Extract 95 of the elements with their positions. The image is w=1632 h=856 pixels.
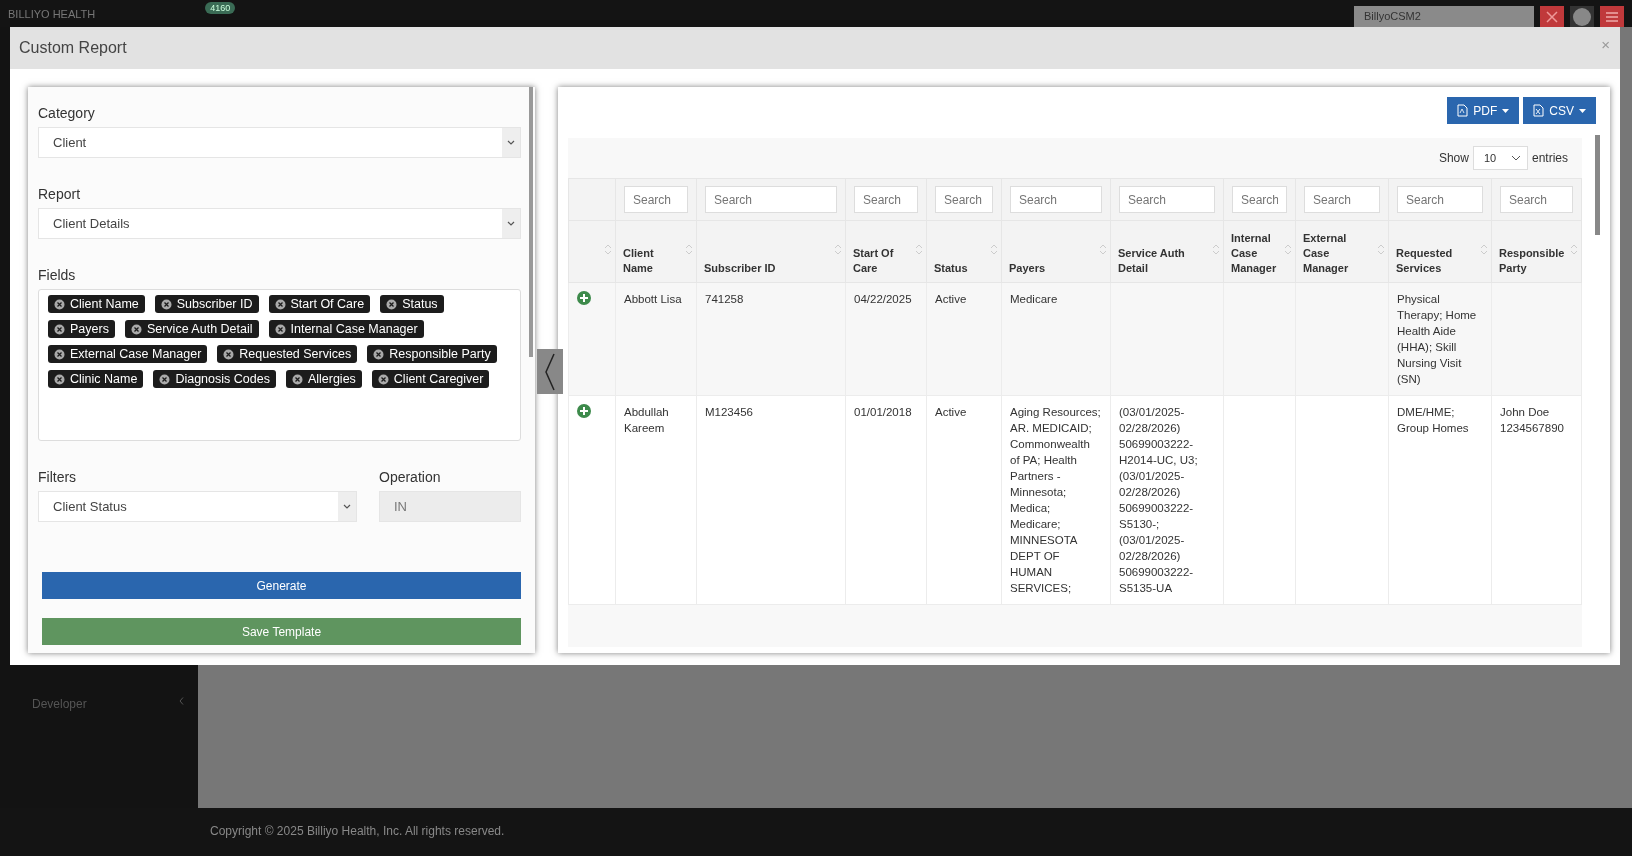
search-field[interactable]: Search	[1500, 186, 1573, 213]
caret-icon	[502, 128, 520, 157]
table-cell: 01/01/2018	[854, 406, 912, 418]
search-field[interactable]: Search	[935, 186, 993, 213]
field-tag[interactable]: Diagnosis Codes	[153, 370, 276, 388]
user-field[interactable]: BillyoCSM2	[1354, 5, 1534, 28]
table-cell: DME/HME; Group Homes	[1397, 406, 1469, 434]
table-cell: Physical Therapy; Home Health Aide (HHA); Skill Nursing Visit (SN)	[1397, 293, 1477, 385]
expand-button[interactable]	[1540, 5, 1564, 28]
search-field[interactable]: Search	[854, 186, 918, 213]
field-tag[interactable]: Clinic Name	[48, 370, 144, 388]
table-cell: Aging Resources; AR. MEDICAID; Commonwealth of PA; Health Partners - Minnesota; Medica; Medicare; MINNESOTA DEPT OF HUMAN SERVICES;	[1010, 406, 1101, 594]
scrollbar[interactable]	[529, 87, 533, 357]
entries-label: entries	[1531, 151, 1568, 165]
remove-icon[interactable]	[377, 373, 389, 385]
search-field[interactable]: Search	[624, 186, 688, 213]
save-button[interactable]: Save Template	[42, 618, 521, 645]
table-cell: Medicare	[1010, 293, 1058, 305]
search-field[interactable]: Search	[1010, 186, 1102, 213]
field-tag[interactable]: Start Of Care	[268, 295, 371, 313]
avatar-button[interactable]	[1570, 5, 1594, 28]
remove-icon[interactable]	[373, 348, 385, 360]
table-cell: (03/01/2025-02/28/2026) 50699003222-H2014-UC, U3; (03/01/2025-02/28/2026) 50699003222-S5130-; (03/01/2025-02/28/2026) 50699003222-S5135-UA	[1119, 406, 1198, 594]
remove-icon[interactable]	[291, 373, 303, 385]
field-tag[interactable]: Responsible Party	[367, 345, 497, 363]
field-label: Report	[38, 186, 82, 202]
entries-select[interactable]: 10	[1472, 146, 1528, 170]
chevron-icon	[544, 352, 556, 391]
export-button[interactable]: CSV	[1523, 97, 1596, 124]
field-tag[interactable]: Allergies	[285, 370, 362, 388]
search-field[interactable]: Search	[705, 186, 837, 213]
menu-icon	[1606, 11, 1618, 22]
export-button[interactable]: PDF	[1447, 97, 1520, 124]
file-icon	[1533, 104, 1545, 117]
table-cell: John Doe 1234567890	[1500, 406, 1564, 434]
show-label: Show	[1438, 151, 1469, 165]
category-select[interactable]: Client	[38, 127, 521, 158]
search-field[interactable]: Search	[1232, 186, 1287, 213]
table-cell: Active	[935, 406, 967, 418]
file-icon	[1457, 104, 1469, 117]
generate-button[interactable]: Generate	[42, 572, 521, 599]
chevron-icon	[179, 697, 184, 705]
copyright-text: Copyright © 2025 Billiyo Health, Inc. All rights reserved.	[210, 824, 505, 838]
table-cell: Abdullah Kareem	[624, 406, 669, 434]
field-tag[interactable]: Requested Services	[217, 345, 358, 363]
field-tag[interactable]: Client Caregiver	[371, 370, 490, 388]
brand-name[interactable]: BILLIYO HEALTH	[8, 7, 96, 20]
remove-icon[interactable]	[54, 298, 65, 310]
caret-icon	[502, 209, 520, 238]
table-cell: Active	[935, 293, 967, 305]
field-label: Category	[38, 105, 96, 121]
table-cell: M123456	[705, 406, 753, 418]
field-tag[interactable]: Status	[380, 295, 444, 313]
caret-icon	[338, 492, 356, 521]
field-tag[interactable]: Subscriber ID	[154, 295, 259, 313]
field-tag[interactable]: Service Auth Detail	[124, 320, 259, 338]
report-select[interactable]: Client Details	[38, 208, 521, 239]
notification-count: 4160	[205, 1, 236, 14]
remove-icon[interactable]	[54, 323, 65, 335]
dialog-title: Custom Report	[19, 39, 127, 57]
remove-icon[interactable]	[54, 348, 65, 360]
field-tag[interactable]: Client Name	[48, 295, 145, 313]
table-cell: 04/22/2025	[854, 293, 912, 305]
table-cell: 741258	[705, 293, 744, 305]
remove-icon[interactable]	[159, 373, 171, 385]
avatar-icon	[1573, 7, 1591, 26]
fields-box[interactable]	[38, 289, 521, 441]
field-tag[interactable]: External Case Manager	[48, 345, 208, 363]
collapse-handle[interactable]	[537, 349, 563, 394]
field-tag[interactable]: Payers	[48, 320, 115, 338]
caret-icon	[1502, 108, 1510, 113]
search-field[interactable]: Search	[1304, 186, 1380, 213]
search-field[interactable]: Search	[1397, 186, 1483, 213]
remove-icon[interactable]	[160, 298, 172, 310]
remove-icon[interactable]	[274, 298, 286, 310]
field-label: Fields	[38, 267, 77, 283]
field-label: Operation	[379, 469, 442, 485]
field-label: Filters	[38, 469, 78, 485]
column-header[interactable]: Payers	[1009, 261, 1097, 276]
caret-icon	[1579, 108, 1586, 113]
search-field[interactable]: Search	[1119, 186, 1215, 213]
table-cell: Abbott Lisa	[624, 293, 682, 305]
menu-button[interactable]	[1600, 5, 1624, 28]
caret-icon	[1510, 155, 1521, 161]
expand-row-icon[interactable]	[577, 404, 591, 418]
field-tag[interactable]: Internal Case Manager	[268, 320, 424, 338]
remove-icon[interactable]	[274, 323, 286, 335]
filter-select[interactable]: Client Status	[38, 491, 357, 522]
column-header[interactable]: Status	[934, 261, 988, 276]
scrollbar[interactable]	[1595, 135, 1600, 235]
remove-icon[interactable]	[54, 373, 65, 385]
remove-icon[interactable]	[386, 298, 398, 310]
expand-row-icon[interactable]	[577, 291, 591, 305]
remove-icon[interactable]	[130, 323, 142, 335]
remove-icon[interactable]	[223, 348, 235, 360]
